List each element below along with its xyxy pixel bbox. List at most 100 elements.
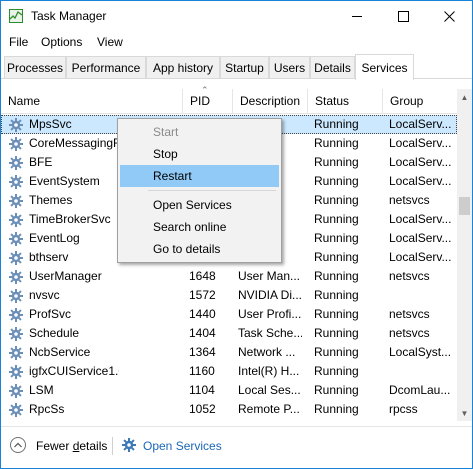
service-group: LocalSyst... [389,345,452,359]
minimize-icon [352,15,362,17]
column-description-label: Description [240,94,301,108]
service-status: Running [314,402,359,416]
chevron-up-icon: ⌃ [201,85,209,95]
service-name: BFE [29,155,53,169]
menu-bar: File Options View [1,31,472,53]
service-group: DcomLau... [389,383,451,397]
menu-item-restart[interactable]: Restart [120,165,279,187]
tab-performance[interactable]: Performance [66,56,146,78]
service-pid: 1052 [189,402,216,416]
table-row[interactable]: nvsvc 1572 NVIDIA Di... Running [1,286,457,305]
service-gear-icon [9,137,23,151]
service-name: ProfSvc [29,307,72,321]
close-button[interactable] [426,1,472,31]
service-name: CoreMessagingRe... [29,136,119,150]
menu-separator [148,190,276,191]
column-header-description[interactable]: Description [233,89,308,113]
table-row[interactable]: UserManager 1648 User Man... Running netsvcs [1,267,457,286]
column-header-group[interactable]: Group [383,89,457,113]
service-gear-icon [9,213,23,227]
service-gear-icon [9,289,23,303]
tab-services[interactable]: Services [355,54,414,80]
scroll-down-icon[interactable]: ▼ [457,405,472,421]
vertical-scrollbar[interactable]: ▲ ▼ [457,89,472,421]
menu-item-open-services[interactable]: Open Services [120,194,279,216]
service-status: Running [314,117,359,131]
column-header-name[interactable]: Name [1,89,183,113]
service-pid: 1572 [189,288,216,302]
table-row[interactable]: LSM 1104 Local Ses... Running DcomLau... [1,381,457,400]
open-services-link[interactable]: Open Services [143,439,222,453]
minimize-button[interactable] [334,1,380,31]
service-description: NVIDIA Di... [238,288,302,302]
menu-view[interactable]: View [97,35,123,49]
tab-processes[interactable]: Processes [4,56,66,78]
scroll-up-icon[interactable]: ▲ [457,89,472,105]
service-group: netsvcs [389,307,430,321]
service-gear-icon [9,118,23,132]
service-name: Themes [29,193,73,207]
service-name: UserManager [29,269,102,283]
menu-item-go-to-details[interactable]: Go to details [120,238,279,260]
service-description: User Profi... [238,307,302,321]
table-row[interactable]: RpcSs 1052 Remote P... Running rpcss [1,400,457,419]
service-status: Running [314,231,359,245]
service-pid: 1364 [189,345,216,359]
service-pid: 1160 [189,364,215,378]
table-row[interactable]: ProfSvc 1440 User Profi... Running netsvcs [1,305,457,324]
column-header-status[interactable]: Status [308,89,383,113]
tab-app-history[interactable]: App history [146,56,220,78]
service-group: rpcss [389,402,418,416]
maximize-icon [397,10,409,22]
close-icon [443,10,455,22]
menu-options[interactable]: Options [41,35,82,49]
footer-divider [112,437,113,455]
service-status: Running [314,155,359,169]
service-description: Remote P... [238,402,300,416]
service-gear-icon [9,156,23,170]
service-name: Schedule [29,326,80,340]
service-pid: 1404 [189,326,216,340]
service-name: NcbService [29,345,91,359]
menu-item-start: Start [153,125,179,139]
service-gear-icon [9,403,23,417]
fewer-details-button[interactable]: Fewer details [36,439,107,453]
column-pid-label: PID [190,94,211,108]
service-status: Running [314,193,359,207]
tab-startup[interactable]: Startup [220,56,269,78]
service-gear-icon [9,384,23,398]
table-row[interactable]: Schedule 1404 Task Sche... Running netsvcs [1,324,457,343]
service-gear-icon [9,346,23,360]
column-group-label: Group [390,94,424,108]
service-gear-icon [9,270,23,284]
menu-file[interactable]: File [9,35,28,49]
tab-users[interactable]: Users [269,56,310,78]
service-gear-icon [9,365,23,379]
chevron-up-circle-icon[interactable] [10,437,26,453]
service-pid: 1104 [189,383,215,397]
menu-item-search-online[interactable]: Search online [120,216,279,238]
service-status: Running [314,307,359,321]
table-row[interactable]: NcbService 1364 Network ... Running LocalSys… [1,343,457,362]
table-row[interactable]: igfxCUIService1.0.0.0 1160 Intel(R) H... Ru… [1,362,457,381]
title-bar: Task Manager [1,1,472,31]
service-description: Network ... [238,345,296,359]
service-group: netsvcs [389,326,430,340]
gear-icon [122,438,136,452]
service-group: LocalServ... [389,250,452,264]
service-group: LocalServ... [389,117,452,131]
menu-item-stop[interactable]: Stop [120,143,279,165]
column-status-label: Status [315,94,350,108]
service-pid: 1440 [189,307,216,321]
maximize-button[interactable] [380,1,426,31]
service-name: LSM [29,383,54,397]
service-status: Running [314,136,359,150]
service-name: RpcSs [29,402,65,416]
service-gear-icon [9,251,23,265]
scroll-thumb[interactable] [459,197,470,215]
service-name: bthserv [29,250,69,264]
tab-details[interactable]: Details [310,56,355,78]
service-description: User Man... [238,269,301,283]
service-name: TimeBrokerSvc [29,212,111,226]
service-gear-icon [9,175,23,189]
